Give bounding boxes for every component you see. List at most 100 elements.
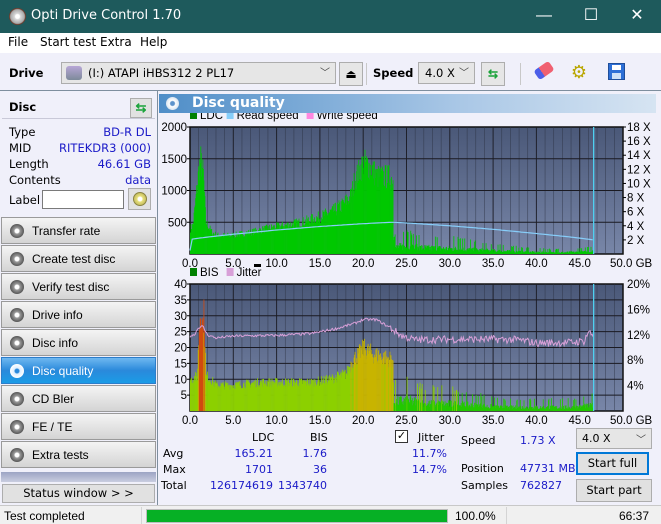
test-speed-value: 4.0 X bbox=[582, 432, 611, 445]
status-text: Test completed bbox=[4, 509, 85, 523]
save-icon bbox=[607, 63, 625, 80]
progress-fill bbox=[147, 510, 447, 522]
drive-select[interactable]: (I:) ATAPI iHBS312 2 PL17 ﹀ bbox=[61, 62, 336, 84]
speed-select[interactable]: 4.0 X ﹀ bbox=[418, 62, 475, 84]
nav-disc-quality[interactable]: Disc quality bbox=[1, 357, 156, 384]
disc-label-button[interactable] bbox=[128, 188, 151, 210]
speed-value: 1.73 X bbox=[520, 434, 556, 447]
nav-create-test-disc[interactable]: Create test disc bbox=[1, 245, 156, 272]
legend-swatch bbox=[190, 268, 197, 276]
elapsed-time: 66:37 bbox=[618, 509, 649, 523]
menu-file[interactable]: File bbox=[8, 35, 28, 49]
disc-length-label: Length bbox=[9, 157, 49, 171]
x-tick-label: 25.0 bbox=[395, 415, 417, 427]
x-tick-label: 50.0 GB bbox=[610, 415, 653, 427]
nav-label: Verify test disc bbox=[32, 280, 110, 294]
y2-tick-label: 12% bbox=[627, 330, 650, 342]
disc-icon bbox=[10, 420, 24, 434]
minimize-button[interactable]: — bbox=[521, 0, 567, 33]
jitter-checkbox[interactable]: ✓ bbox=[395, 430, 408, 443]
speed-label: Speed bbox=[461, 434, 496, 447]
avg-ldc: 165.21 bbox=[234, 447, 274, 460]
x-tick-label: 10.0 bbox=[265, 258, 287, 270]
y-tick-label: 500 bbox=[168, 217, 187, 229]
test-speed-select[interactable]: 4.0 X ﹀ bbox=[576, 428, 652, 449]
x-tick-label: 45.0 bbox=[569, 415, 591, 427]
app-icon bbox=[9, 8, 26, 25]
nav-transfer-rate[interactable]: Transfer rate bbox=[1, 217, 156, 244]
settings-button[interactable]: ⚙ bbox=[567, 60, 591, 84]
y2-tick-label: 8 X bbox=[627, 193, 645, 205]
max-bis: 36 bbox=[313, 463, 327, 476]
settings-icon: ⚙ bbox=[570, 62, 588, 82]
nav-label: Disc info bbox=[32, 336, 79, 350]
col-ldc-header: LDC bbox=[252, 431, 275, 444]
speed-value: 4.0 X bbox=[425, 66, 455, 80]
legend-label: BIS bbox=[200, 267, 219, 279]
position-label: Position bbox=[461, 462, 504, 475]
x-tick-label: 15.0 bbox=[309, 415, 331, 427]
nav-cd-bler[interactable]: CD Bler bbox=[1, 385, 156, 412]
x-tick-label: 5.0 bbox=[225, 415, 241, 427]
disc-icon bbox=[10, 392, 24, 406]
nav-drive-info[interactable]: Drive info bbox=[1, 301, 156, 328]
samples-label: Samples bbox=[461, 479, 508, 492]
eject-button[interactable]: ⏏ bbox=[339, 62, 363, 86]
disc-refresh-button[interactable]: ⇆ bbox=[130, 98, 152, 118]
nav-label: Drive info bbox=[32, 308, 83, 322]
max-jitter: 14.7% bbox=[412, 463, 447, 476]
start-full-button[interactable]: Start full bbox=[576, 452, 649, 475]
status-divider bbox=[506, 507, 507, 524]
disc-header: Disc ⇆ bbox=[2, 94, 155, 119]
avg-jitter: 11.7% bbox=[412, 447, 447, 460]
legend-label: Read speed bbox=[237, 113, 299, 122]
x-tick-label: 25.0 bbox=[395, 258, 417, 270]
menu-help[interactable]: Help bbox=[140, 35, 167, 49]
eraser-icon bbox=[533, 60, 555, 81]
x-tick-label: 50.0 GB bbox=[610, 258, 653, 270]
nav-extra-tests[interactable]: Extra tests bbox=[1, 441, 156, 468]
progress-percent: 100.0% bbox=[455, 509, 496, 523]
disc-icon bbox=[10, 336, 24, 350]
disc-length-value: 46.61 GB bbox=[97, 157, 151, 171]
toolbar: Drive (I:) ATAPI iHBS312 2 PL17 ﹀ ⏏ Spee… bbox=[0, 53, 661, 91]
y-tick-label: 5 bbox=[181, 390, 187, 402]
drive-icon bbox=[66, 66, 82, 80]
y-tick-label: 35 bbox=[174, 295, 187, 307]
drive-label: Drive bbox=[9, 66, 44, 80]
x-tick-label: 20.0 bbox=[352, 415, 374, 427]
toolbar-separator bbox=[520, 63, 521, 85]
jitter-label: Jitter bbox=[418, 431, 445, 444]
y2-tick-label: 18 X bbox=[627, 122, 651, 134]
disc-icon bbox=[10, 364, 24, 378]
disc-icon bbox=[10, 224, 24, 238]
nav-verify-test-disc[interactable]: Verify test disc bbox=[1, 273, 156, 300]
max-label: Max bbox=[163, 463, 186, 476]
nav-disc-info[interactable]: Disc info bbox=[1, 329, 156, 356]
close-button[interactable]: ✕ bbox=[614, 0, 660, 33]
disc-contents-value: data bbox=[125, 173, 151, 187]
legend-swatch bbox=[190, 113, 197, 119]
disc-length-row: Length 46.61 GB bbox=[9, 157, 151, 173]
speed-label: Speed bbox=[373, 66, 414, 80]
menu-start-test[interactable]: Start test bbox=[40, 35, 96, 49]
y-tick-label: 25 bbox=[174, 327, 187, 339]
x-tick-label: 20.0 bbox=[352, 258, 374, 270]
avg-bis: 1.76 bbox=[302, 447, 328, 460]
disc-contents-label: Contents bbox=[9, 173, 61, 187]
erase-button[interactable] bbox=[532, 60, 556, 84]
refresh-button[interactable]: ⇆ bbox=[481, 62, 505, 86]
nav-fe-te[interactable]: FE / TE bbox=[1, 413, 156, 440]
maximize-button[interactable]: ☐ bbox=[568, 0, 614, 33]
menu-extra[interactable]: Extra bbox=[100, 35, 132, 49]
x-tick-label: 35.0 bbox=[482, 415, 504, 427]
y-tick-label: 1000 bbox=[161, 186, 187, 198]
y2-tick-label: 12 X bbox=[627, 164, 651, 176]
save-button[interactable] bbox=[604, 60, 628, 84]
disc-label-input[interactable] bbox=[42, 190, 124, 209]
status-window-button[interactable]: Status window > > bbox=[2, 484, 155, 503]
x-tick-label: 0.0 bbox=[182, 415, 198, 427]
refresh-icon: ⇆ bbox=[135, 100, 147, 115]
start-part-button[interactable]: Start part bbox=[576, 479, 652, 502]
x-tick-label: 30.0 bbox=[439, 258, 461, 270]
